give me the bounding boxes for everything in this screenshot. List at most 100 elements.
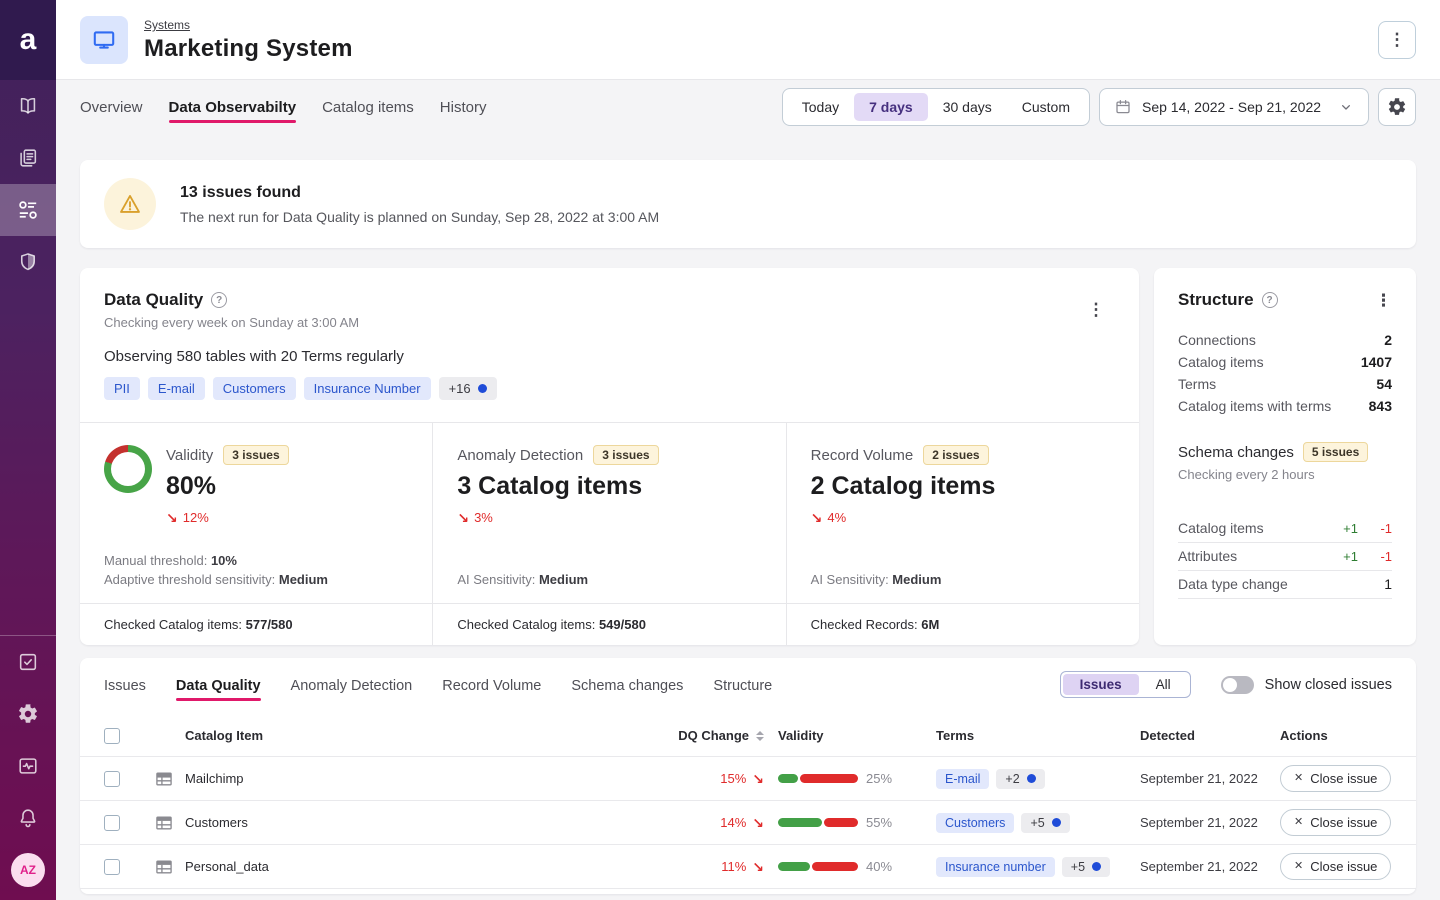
col-terms: Terms (936, 728, 1140, 743)
issues-tab-anomaly-detection[interactable]: Anomaly Detection (291, 664, 413, 705)
alert-title: 13 issues found (180, 184, 659, 202)
page-title: Marketing System (144, 35, 353, 63)
table-row[interactable]: Mailchimp 15% ↘ 25% E-mail +2 (80, 757, 1416, 801)
row-checkbox[interactable] (104, 771, 120, 787)
term-chip[interactable]: Customers (936, 813, 1014, 833)
more-terms-chip[interactable]: +2 (996, 769, 1044, 789)
structure-changes-list: Catalog items +1 -1 Attributes +1 -1 Dat… (1178, 515, 1392, 599)
change-row: Catalog items +1 -1 (1178, 515, 1392, 543)
change-row: Data type change 1 (1178, 571, 1392, 599)
title-block: Systems Marketing System (144, 16, 353, 63)
user-avatar[interactable]: AZ (11, 853, 45, 887)
sidebar-item-tasks[interactable] (0, 636, 56, 688)
structure-menu-button[interactable]: ⋮ (1375, 292, 1392, 309)
stat-row: Catalog items 1407 (1178, 351, 1392, 373)
sidebar-item-settings[interactable] (0, 688, 56, 740)
breadcrumb-systems[interactable]: Systems (144, 18, 190, 32)
validity-percent: 55% (866, 815, 892, 830)
shield-icon (17, 251, 39, 273)
term-chip[interactable]: E-mail (936, 769, 989, 789)
catalog-item-name[interactable]: Customers (180, 815, 666, 830)
range-30-days[interactable]: 30 days (928, 93, 1007, 121)
range-7-days[interactable]: 7 days (854, 93, 928, 121)
validity-donut-chart (104, 445, 152, 493)
page-header: Systems Marketing System ⋮ (56, 0, 1440, 80)
row-checkbox[interactable] (104, 859, 120, 875)
date-range-picker[interactable]: Sep 14, 2022 - Sep 21, 2022 (1099, 88, 1369, 126)
close-issue-button[interactable]: ✕Close issue (1280, 853, 1391, 880)
summary-cards-row: Data Quality ? Checking every week on Su… (80, 268, 1416, 645)
term-chip[interactable]: Insurance number (936, 857, 1055, 877)
app-root: a (0, 0, 1440, 900)
close-icon: ✕ (1294, 817, 1303, 828)
validity-percent: 25% (866, 771, 892, 786)
tab-overview[interactable]: Overview (80, 84, 143, 129)
header-menu-button[interactable]: ⋮ (1378, 21, 1416, 59)
term-chip[interactable]: PII (104, 377, 140, 400)
issues-tab-schema-changes[interactable]: Schema changes (571, 664, 683, 705)
sidebar-item-monitoring[interactable] (0, 740, 56, 792)
app-logo[interactable]: a (0, 0, 56, 80)
validity-bar (778, 774, 858, 783)
term-chip[interactable]: Insurance Number (304, 377, 431, 400)
change-row: Attributes +1 -1 (1178, 543, 1392, 571)
range-custom[interactable]: Custom (1007, 93, 1085, 121)
row-checkbox[interactable] (104, 815, 120, 831)
trend-down-icon: ↘ (752, 816, 764, 830)
more-terms-chip[interactable]: +5 (1021, 813, 1069, 833)
close-issue-button[interactable]: ✕Close issue (1280, 809, 1391, 836)
more-terms-chip[interactable]: +5 (1062, 857, 1110, 877)
issues-tab-issues[interactable]: Issues (104, 664, 146, 705)
data-quality-title: Data Quality (104, 290, 203, 310)
validity-cell: 25% (778, 771, 936, 786)
select-all-checkbox[interactable] (104, 728, 120, 744)
detail-value: 10% (211, 553, 237, 568)
table-header-row: Catalog Item DQ Change Validity Terms De… (80, 715, 1416, 757)
tab-catalog-items[interactable]: Catalog items (322, 84, 414, 129)
data-quality-menu-button[interactable]: ⋮ (1077, 290, 1115, 328)
issues-badge[interactable]: 3 issues (223, 445, 288, 465)
main-area: Systems Marketing System ⋮ Overview Data… (56, 0, 1440, 900)
help-icon[interactable]: ? (211, 292, 227, 308)
sidebar-item-documents[interactable] (0, 132, 56, 184)
issues-tab-structure[interactable]: Structure (713, 664, 772, 705)
sidebar-item-security[interactable] (0, 236, 56, 288)
metric-anomaly-detection: Anomaly Detection 3 issues 3 Catalog ite… (433, 423, 786, 645)
tab-data-observability[interactable]: Data Observabilty (169, 84, 297, 129)
issues-badge[interactable]: 3 issues (593, 445, 658, 465)
sidebar-item-knowledge-catalog[interactable] (0, 80, 56, 132)
observability-settings-button[interactable] (1378, 88, 1416, 126)
range-today[interactable]: Today (787, 93, 854, 121)
close-icon: ✕ (1294, 773, 1303, 784)
sidebar-item-notifications[interactable] (0, 792, 56, 844)
dq-change-value: 15% (720, 771, 746, 786)
metrics-row: Validity 3 issues 80% ↘ 12% (80, 422, 1139, 645)
stat-row: Catalog items with terms 843 (1178, 395, 1392, 417)
issues-tab-record-volume[interactable]: Record Volume (442, 664, 541, 705)
issues-badge[interactable]: 5 issues (1303, 442, 1368, 462)
tab-history[interactable]: History (440, 84, 487, 129)
show-closed-toggle[interactable] (1221, 676, 1254, 694)
term-chip[interactable]: E-mail (148, 377, 205, 400)
stat-row: Connections 2 (1178, 329, 1392, 351)
segment-all[interactable]: All (1139, 674, 1188, 695)
validity-cell: 40% (778, 859, 936, 874)
issues-tab-data-quality[interactable]: Data Quality (176, 664, 261, 705)
footer-value: 549/580 (599, 617, 646, 632)
issues-badge[interactable]: 2 issues (923, 445, 988, 465)
catalog-item-name[interactable]: Mailchimp (180, 771, 666, 786)
blue-dot-icon (1052, 818, 1061, 827)
close-issue-button[interactable]: ✕Close issue (1280, 765, 1391, 792)
table-row[interactable]: Personal_data 11% ↘ 40% Insurance number… (80, 845, 1416, 889)
system-entity-icon (80, 16, 128, 64)
segment-issues[interactable]: Issues (1063, 674, 1139, 695)
help-icon[interactable]: ? (1262, 292, 1278, 308)
metric-value: 2 Catalog items (811, 472, 996, 501)
catalog-item-name[interactable]: Personal_data (180, 859, 666, 874)
table-row[interactable]: Customers 14% ↘ 55% Customers +5 (80, 801, 1416, 845)
validity-percent: 40% (866, 859, 892, 874)
col-dq-change[interactable]: DQ Change (666, 728, 778, 743)
term-chip[interactable]: Customers (213, 377, 296, 400)
more-terms-chip[interactable]: +16 (439, 377, 497, 400)
sidebar-item-data-observability[interactable] (0, 184, 56, 236)
